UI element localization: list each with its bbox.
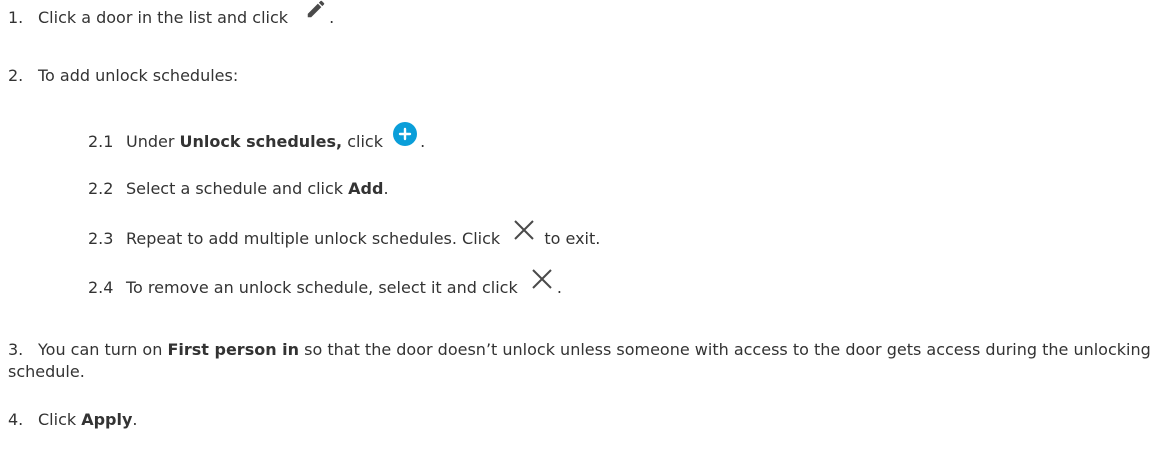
- plus-circle-icon: [392, 121, 418, 153]
- step-end: .: [329, 8, 335, 27]
- step-number: 1.: [8, 8, 24, 27]
- step-text: Under: [126, 132, 175, 151]
- step-text: To add unlock schedules:: [38, 66, 239, 85]
- step-text: Click a door in the list and click: [38, 8, 289, 27]
- step-text: Select a schedule and click: [126, 179, 344, 198]
- step-2-1: 2.1 Under Unlock schedules, click .: [88, 121, 426, 153]
- step-number: 2.4: [88, 278, 114, 297]
- step-text: click: [347, 132, 383, 151]
- step-text: To remove an unlock schedule, select it …: [126, 278, 518, 297]
- ui-label: Add: [348, 179, 384, 198]
- step-2-3: 2.3 Repeat to add multiple unlock schedul…: [88, 219, 601, 250]
- step-end: .: [420, 132, 426, 151]
- step-number: 4.: [8, 410, 24, 429]
- step-text: Repeat to add multiple unlock schedules.…: [126, 229, 501, 248]
- step-end: .: [556, 278, 562, 297]
- step-number: 2.1: [88, 132, 114, 151]
- step-2-4: 2.4 To remove an unlock schedule, select …: [88, 268, 562, 299]
- step-4: 4. Click Apply.: [8, 409, 138, 431]
- step-text: You can turn on: [38, 340, 163, 359]
- close-x-icon: [531, 268, 553, 296]
- pencil-icon: [305, 0, 327, 26]
- step-2-2: 2.2 Select a schedule and click Add.: [88, 178, 389, 200]
- step-end: .: [132, 410, 138, 429]
- ui-label: First person in: [167, 340, 300, 359]
- step-end: .: [383, 179, 389, 198]
- step-text: to exit.: [544, 229, 601, 248]
- step-number: 3.: [8, 340, 24, 359]
- step-number: 2.3: [88, 229, 114, 248]
- step-2: 2. To add unlock schedules:: [8, 65, 238, 87]
- step-text: Click: [38, 410, 77, 429]
- step-1: 1. Click a door in the list and click .: [8, 0, 335, 29]
- step-number: 2.2: [88, 179, 114, 198]
- ui-label: Apply: [81, 410, 133, 429]
- close-x-icon: [513, 219, 535, 247]
- step-number: 2.: [8, 66, 24, 85]
- step-3: 3. You can turn on First person in so th…: [8, 339, 1153, 383]
- ui-label: Unlock schedules,: [179, 132, 343, 151]
